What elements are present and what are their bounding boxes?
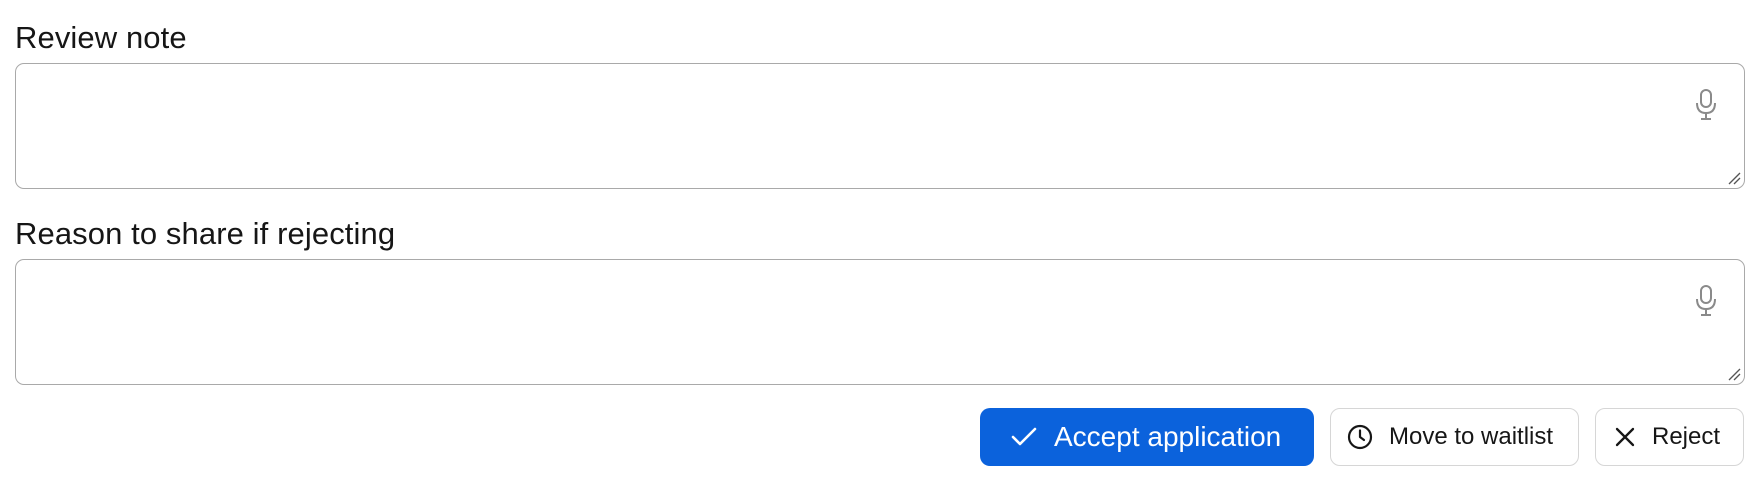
application-review-panel: Review note Reason to share if rejecting <box>0 0 1760 484</box>
close-icon <box>1615 427 1635 447</box>
action-bar: Accept application Move to waitlist Reje… <box>980 408 1744 466</box>
review-note-textarea[interactable] <box>15 63 1745 189</box>
accept-application-button[interactable]: Accept application <box>980 408 1314 466</box>
review-note-label: Review note <box>15 20 187 55</box>
accept-application-label: Accept application <box>1054 421 1282 452</box>
microphone-icon[interactable] <box>1693 88 1719 122</box>
clock-icon <box>1347 424 1373 450</box>
check-icon <box>1011 427 1037 446</box>
reject-label: Reject <box>1652 423 1721 450</box>
move-to-waitlist-label: Move to waitlist <box>1389 423 1554 450</box>
resize-grip-icon[interactable] <box>1727 367 1741 381</box>
resize-grip-icon[interactable] <box>1727 171 1741 185</box>
reject-button[interactable]: Reject <box>1595 408 1744 466</box>
rejection-reason-label: Reason to share if rejecting <box>15 216 396 251</box>
microphone-icon[interactable] <box>1693 284 1719 318</box>
move-to-waitlist-button[interactable]: Move to waitlist <box>1330 408 1579 466</box>
rejection-reason-textarea[interactable] <box>15 259 1745 385</box>
